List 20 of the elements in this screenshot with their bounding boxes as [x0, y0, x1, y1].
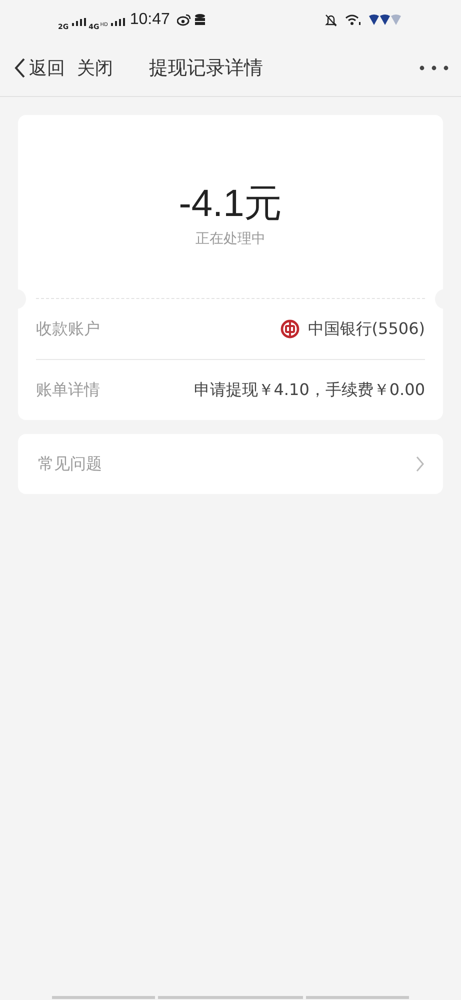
- bank-logo-icon: [280, 319, 300, 339]
- detail-value: 中国银行(5506): [308, 318, 425, 340]
- signal-icon: [110, 18, 125, 26]
- close-button[interactable]: 关闭: [77, 56, 113, 80]
- eye-icon: [176, 14, 191, 26]
- chevron-right-icon: [415, 455, 425, 473]
- signal-icon: [72, 18, 86, 26]
- back-button[interactable]: 返回: [14, 56, 65, 80]
- detail-label: 收款账户: [36, 318, 100, 340]
- detail-label: 账单详情: [36, 380, 100, 400]
- detail-value: 申请提现￥4.10，手续费￥0.00: [194, 380, 425, 400]
- status-text: 正在处理中: [196, 230, 266, 248]
- database-icon: [194, 13, 207, 27]
- page-title: 提现记录详情: [149, 56, 263, 81]
- chevron-left-icon: [14, 57, 26, 79]
- wifi-icon: [345, 14, 361, 26]
- amount-text: -4.1元: [178, 182, 282, 226]
- battery-icon: [369, 14, 403, 26]
- clock-time: 10:47: [130, 11, 170, 29]
- bell-muted-icon: [325, 14, 337, 26]
